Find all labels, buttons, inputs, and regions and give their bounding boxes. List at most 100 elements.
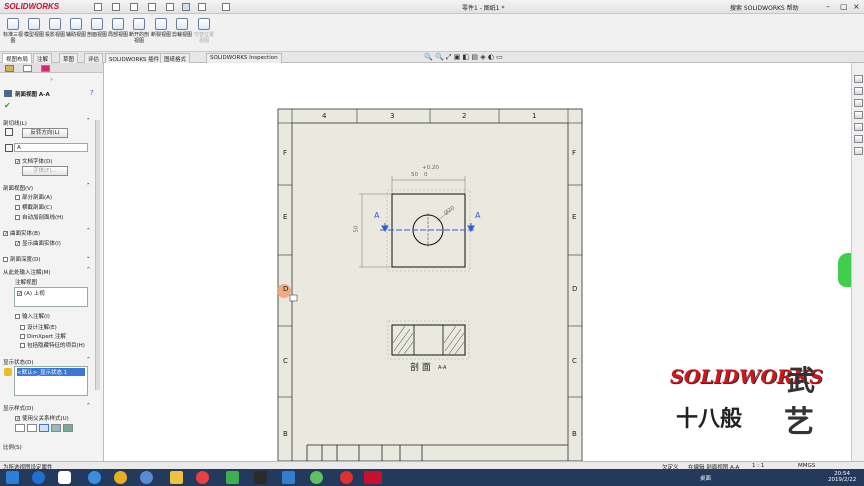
doc-font-option[interactable]: ✓ 文档字体(D) [15, 157, 53, 165]
tab[interactable]: SOLIDWORKS 插件 [105, 53, 164, 63]
property-manager-icon[interactable] [23, 65, 32, 72]
edge-icon[interactable] [88, 471, 101, 484]
undo-icon[interactable] [166, 3, 174, 11]
tab[interactable]: 评估 [84, 53, 104, 63]
panel-scrollbar[interactable] [95, 120, 100, 390]
font-button[interactable]: 字体(F)... [22, 166, 68, 176]
surface-bodies-option[interactable]: ✓ 曲面实体(B) [3, 229, 40, 237]
resources-icon[interactable] [854, 87, 863, 95]
label-field[interactable]: A [14, 143, 88, 152]
config-manager-icon[interactable] [41, 65, 50, 72]
section-label-right[interactable]: A [475, 211, 480, 220]
shaded-edges-icon[interactable] [51, 424, 61, 432]
dimension-tolerance[interactable]: +0.20 [422, 165, 439, 171]
options-icon[interactable] [222, 3, 230, 11]
cutting-line-header[interactable]: 剖切线(L) [3, 119, 27, 127]
show-surface-option[interactable]: ✓ 显示曲面实体(I) [15, 239, 61, 247]
ribbon-button[interactable]: 局部视图 [108, 18, 128, 38]
tab[interactable]: 图纸格式 [160, 53, 191, 63]
collapse-icon[interactable]: ⌃ [86, 183, 91, 189]
ie-icon[interactable] [32, 471, 45, 484]
dimension-height[interactable]: 50 [354, 226, 360, 233]
collapse-icon[interactable]: ⌃ [86, 267, 91, 273]
collapse-icon[interactable]: ⌃ [86, 228, 91, 234]
network-icon[interactable] [140, 471, 153, 484]
vector-app-icon[interactable] [254, 471, 267, 484]
rebuild-icon[interactable] [198, 3, 206, 11]
display-state-header[interactable]: 显示状态(D) [3, 358, 34, 366]
annotation-view-item[interactable]: ✓ (A) 上视 [17, 291, 45, 297]
appearances-icon[interactable] [854, 135, 863, 143]
tab[interactable]: SOLIDWORKS Inspection [206, 53, 282, 63]
music-icon[interactable] [340, 471, 353, 484]
wechat-icon[interactable] [226, 471, 239, 484]
clock[interactable]: 20:54 2019/2/22 [828, 471, 856, 483]
section-caption[interactable]: 剖 面 [410, 360, 431, 373]
custom-properties-icon[interactable] [854, 147, 863, 155]
open-file-icon[interactable] [112, 3, 120, 11]
ribbon-button[interactable]: 剪裁视图 [172, 18, 192, 38]
ribbon-button[interactable]: 剖面视图 [87, 18, 107, 38]
dimension-width[interactable]: 50 [411, 172, 418, 178]
display-state-item[interactable]: <默认>_显示状态 1 [17, 368, 85, 376]
section-label-left[interactable]: A [374, 211, 379, 220]
help-icon[interactable]: ? [90, 89, 94, 97]
wireframe-icon[interactable] [15, 424, 25, 432]
media-icon[interactable] [58, 471, 71, 484]
tray-desktop-label[interactable]: 桌面 [700, 474, 711, 482]
save-icon[interactable] [130, 3, 138, 11]
collapse-icon[interactable]: ⌃ [86, 357, 91, 363]
shaded-icon[interactable] [63, 424, 73, 432]
ribbon-button[interactable]: 辅助视图 [66, 18, 86, 38]
slice-section-option[interactable]: 横截剖面(C) [15, 203, 52, 211]
green-app-icon[interactable] [310, 471, 323, 484]
auto-hatch-option[interactable]: 自动加剖面线(H) [15, 213, 63, 221]
ok-check-icon[interactable]: ✔ [4, 101, 11, 110]
home-icon[interactable] [854, 75, 863, 83]
ribbon-button[interactable]: 交替位置视图 [194, 18, 214, 44]
app-icon[interactable] [196, 471, 209, 484]
solidworks-task-icon[interactable] [364, 471, 382, 484]
help-search[interactable]: 搜索 SOLIDWORKS 帮助 [730, 3, 799, 12]
ribbon-button[interactable]: 断开的剖视图 [129, 18, 149, 44]
design-annotations-option[interactable]: 设计注解(E) [20, 323, 57, 331]
explorer-icon[interactable] [170, 471, 183, 484]
dimxpert-option[interactable]: DimXpert 注解 [20, 332, 66, 340]
partial-section-option[interactable]: 部分剖面(A) [15, 193, 52, 201]
hidden-features-option[interactable]: 包括隐藏特征的项目(H) [20, 341, 85, 349]
expand-icon[interactable]: ⌄ [86, 254, 91, 260]
import-annotations-header[interactable]: 从此处输入注解(M) [3, 268, 51, 276]
maximize-icon[interactable]: ▢ [840, 2, 848, 11]
import-items-option[interactable]: 输入注解(I) [15, 312, 50, 320]
collapse-icon[interactable]: ⌃ [86, 118, 91, 124]
display-style-header[interactable]: 显示样式(D) [3, 404, 34, 412]
select-icon[interactable] [182, 3, 190, 11]
ribbon-button[interactable]: 标准三视图 [3, 18, 23, 44]
section-depth-option[interactable]: 剖面深度(D) [3, 255, 41, 263]
display-state-list[interactable]: <默认>_显示状态 1 [14, 366, 88, 396]
view-palette-icon[interactable] [854, 123, 863, 131]
expand-icon[interactable]: » [50, 77, 53, 83]
scale-header[interactable]: 比例(S) [3, 443, 22, 451]
close-icon[interactable]: × [853, 2, 860, 11]
chrome-icon[interactable] [114, 471, 127, 484]
annotation-view-list[interactable]: ✓ (A) 上视 [14, 287, 88, 307]
section-view-header[interactable]: 剖面视图(V) [3, 184, 33, 192]
tab[interactable]: 视图布局 [2, 53, 33, 63]
design-library-icon[interactable] [854, 99, 863, 107]
hidden-removed-icon[interactable] [39, 424, 49, 432]
graphics-area[interactable]: 4 3 2 1 F E D C B F E D C B +0.20 50 0 5… [104, 63, 860, 461]
heads-up-view-toolbar[interactable]: 🔍 🔍 ⤢ ▣ ◧ ▤ ◈ ◐ ▭ [424, 53, 503, 63]
feature-manager-icon[interactable] [5, 65, 14, 72]
minimize-icon[interactable]: – [826, 2, 830, 11]
dimension-tolerance-lower[interactable]: 0 [424, 172, 428, 178]
tab[interactable]: 注解 [33, 53, 53, 63]
collapse-icon[interactable]: ⌃ [86, 403, 91, 409]
tab[interactable]: 草图 [59, 53, 79, 63]
ribbon-button[interactable]: 投影视图 [45, 18, 65, 38]
reverse-direction-button[interactable]: 反转方向(L) [22, 128, 68, 138]
hidden-visible-icon[interactable] [27, 424, 37, 432]
print-icon[interactable] [148, 3, 156, 11]
ribbon-button[interactable]: 断裂视图 [151, 18, 171, 38]
ribbon-button[interactable]: 模型视图 [24, 18, 44, 38]
